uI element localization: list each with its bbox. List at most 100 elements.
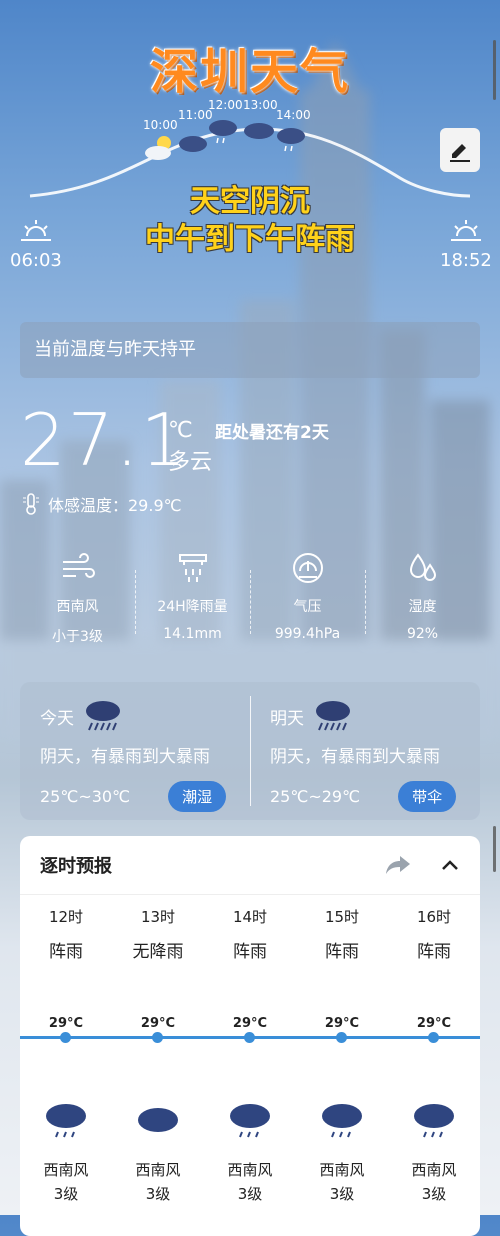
cloud-icon [244, 123, 274, 139]
temp-dot [60, 1032, 71, 1043]
city-title: 深圳天气 [149, 44, 350, 100]
hour-wind: 西南风 3级 [388, 1158, 480, 1206]
hour-time: 16时 [416, 908, 452, 926]
day-description: 阴天，有暴雨到大暴雨 [270, 747, 440, 767]
timeline-hour: 12:00 [208, 98, 243, 112]
sunrise-icon [20, 220, 51, 241]
metric-wind: 西南风 小于3级 [20, 548, 135, 646]
wind-direction: 西南风 [43, 1161, 89, 1179]
hour-time: 12时 [48, 908, 84, 926]
rain-cloud-icon [414, 1104, 454, 1138]
metric-humidity: 湿度 92% [365, 548, 480, 646]
pressure-gauge-icon [292, 553, 323, 583]
hour-temp: 29°C [140, 1016, 176, 1031]
hour-condition: 阵雨 [233, 942, 267, 962]
wind-icon [62, 553, 95, 578]
metric-label: 西南风 [56, 599, 99, 615]
metric-pressure: 气压 999.4hPa [250, 548, 365, 646]
current-temperature: 27.1 [20, 398, 189, 482]
partly-cloudy-icon [145, 136, 171, 160]
hour-temp: 29°C [416, 1016, 452, 1031]
sunset-time: 18:52 [440, 250, 492, 271]
thermometer-icon [23, 493, 39, 515]
wind-level: 3级 [329, 1185, 355, 1203]
day-name: 明天 [270, 708, 304, 729]
pencil-icon [450, 144, 470, 162]
timeline-hour: 14:00 [276, 108, 311, 122]
cloud-icon [138, 1108, 178, 1132]
temp-dot [244, 1032, 255, 1043]
sunrise-time: 06:03 [10, 250, 62, 271]
wind-direction: 西南风 [319, 1161, 365, 1179]
hour-condition: 阵雨 [417, 942, 451, 962]
wind-direction: 西南风 [227, 1161, 273, 1179]
day-temp-range: 25℃~30℃ [40, 787, 131, 806]
hour-temp: 29°C [324, 1016, 360, 1031]
day-tag-badge: 潮湿 [168, 781, 227, 812]
temperature-compare-bar: 当前温度与昨天持平 [20, 322, 480, 378]
hour-time: 14时 [232, 908, 268, 926]
hour-time: 13时 [140, 908, 176, 926]
hour-wind: 西南风 3级 [296, 1158, 388, 1206]
hour-wind: 西南风 3级 [204, 1158, 296, 1206]
wind-level: 3级 [145, 1185, 171, 1203]
day-name: 今天 [40, 708, 74, 729]
hour-condition: 无降雨 [132, 942, 184, 962]
edit-button[interactable] [440, 128, 480, 172]
wind-direction: 西南风 [411, 1161, 457, 1179]
metric-label: 湿度 [408, 599, 437, 615]
hour-condition: 阵雨 [49, 942, 83, 962]
day-tag-badge: 带伞 [398, 781, 457, 812]
rain-cloud-icon [209, 120, 237, 144]
temp-dot [336, 1032, 347, 1043]
hourly-forecast-card: 逐时预报 12时 阵雨 29°C 西南风 3级 13时 无降雨 29°C 西南风… [20, 836, 480, 1236]
sunset-icon [450, 220, 481, 241]
wind-level: 3级 [421, 1185, 447, 1203]
temperature-unit: ℃ [168, 418, 193, 443]
wind-level: 3级 [237, 1185, 263, 1203]
two-day-forecast: 今天 阴天，有暴雨到大暴雨 25℃~30℃ 潮湿 明天 阴天，有暴雨到大暴雨 2… [20, 682, 480, 820]
wind-level: 3级 [53, 1185, 79, 1203]
scrollbar-indicator[interactable] [493, 826, 496, 872]
metric-label: 24H降雨量 [157, 599, 228, 615]
wind-direction: 西南风 [135, 1161, 181, 1179]
day-description: 阴天，有暴雨到大暴雨 [40, 747, 210, 767]
metric-rainfall: 24H降雨量 14.1mm [135, 548, 250, 646]
hour-wind: 西南风 3级 [20, 1158, 112, 1206]
solar-term-countdown: 距处暑还有2天 [215, 423, 329, 443]
cloud-icon [179, 136, 207, 152]
day-today[interactable]: 今天 阴天，有暴雨到大暴雨 25℃~30℃ 潮湿 [20, 682, 250, 820]
rain-cloud-icon [322, 1104, 362, 1138]
metric-value: 999.4hPa [274, 626, 341, 642]
scrollbar-indicator[interactable] [493, 40, 496, 100]
hour-column: 16时 阵雨 [388, 906, 480, 962]
hour-column: 14时 阵雨 [204, 906, 296, 962]
day-tomorrow[interactable]: 明天 阴天，有暴雨到大暴雨 25℃~29℃ 带伞 [250, 682, 480, 820]
sunrise-block: 06:03 [10, 218, 62, 271]
temp-dot [428, 1032, 439, 1043]
hour-wind: 西南风 3级 [112, 1158, 204, 1206]
collapse-chevron-up-icon[interactable] [440, 858, 460, 872]
hour-column: 12时 阵雨 [20, 906, 112, 962]
timeline-hour: 10:00 [143, 118, 178, 132]
metric-value: 92% [406, 626, 439, 642]
hour-condition: 阵雨 [325, 942, 359, 962]
feels-like: 体感温度：29.9℃ [22, 492, 182, 516]
heavy-rain-icon [316, 701, 350, 731]
humidity-drops-icon [409, 553, 436, 581]
hour-temp: 29°C [48, 1016, 84, 1031]
heavy-rain-icon [86, 701, 120, 731]
hour-temp: 29°C [232, 1016, 268, 1031]
metrics-row: 西南风 小于3级 24H降雨量 14.1mm 气压 999.4hPa 湿度 92… [20, 548, 480, 646]
rain-gauge-icon [178, 554, 207, 582]
rain-cloud-icon [230, 1104, 270, 1138]
headline-line-2: 中午到下午阵雨 [145, 222, 355, 257]
share-icon[interactable] [384, 854, 412, 876]
metric-value: 小于3级 [52, 629, 103, 645]
day-temp-range: 25℃~29℃ [270, 787, 361, 806]
feels-like-text: 体感温度：29.9℃ [48, 496, 182, 515]
temp-dot [152, 1032, 163, 1043]
current-condition: 多云 [168, 450, 213, 475]
metric-label: 气压 [293, 599, 322, 615]
metric-value: 14.1mm [163, 626, 222, 642]
